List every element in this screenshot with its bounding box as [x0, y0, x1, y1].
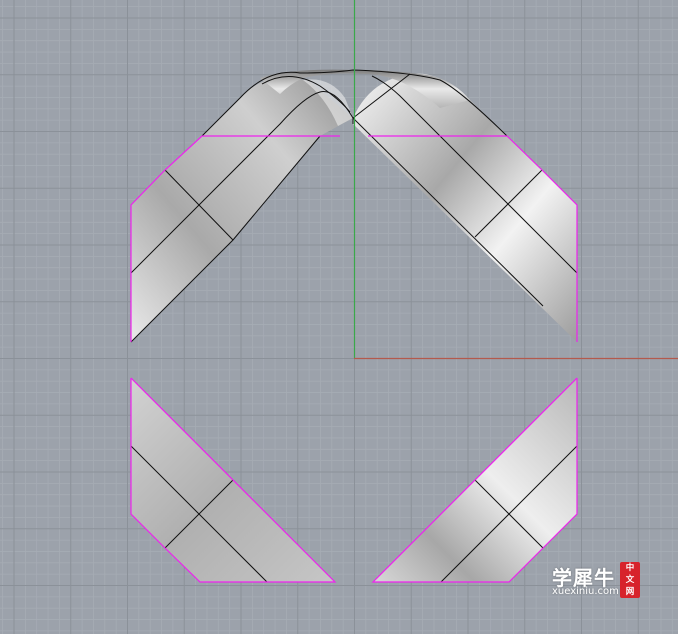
left-arm-surface[interactable] — [131, 77, 353, 342]
viewport-canvas[interactable] — [0, 0, 678, 634]
rhino-top-viewport[interactable]: 学犀牛 xuexiniu.com 中 文 网 — [0, 0, 678, 634]
